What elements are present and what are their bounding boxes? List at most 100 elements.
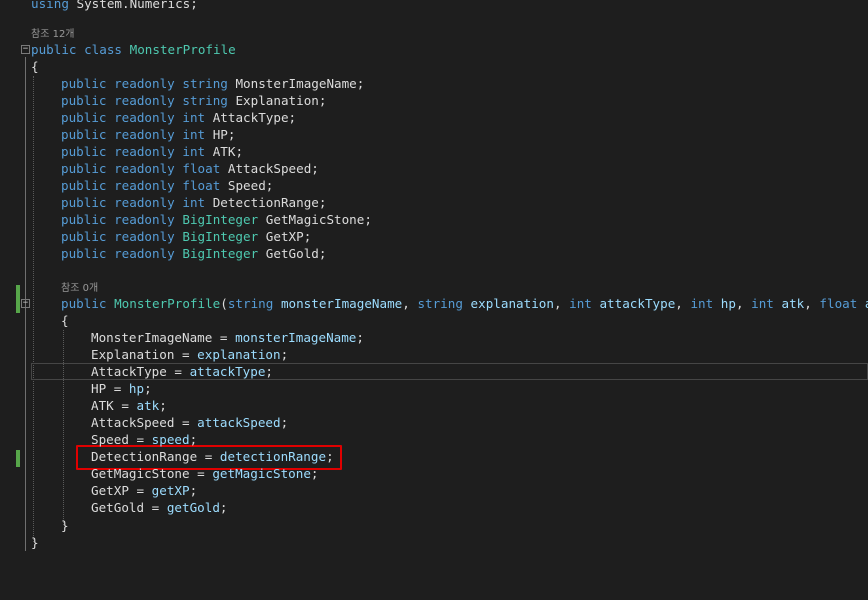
code-editor[interactable]: − − using System.Numerics; 참조 12개 public… (0, 0, 868, 600)
assignment-line[interactable]: AttackType = attackType; (0, 363, 868, 380)
assignment-line[interactable]: GetMagicStone = getMagicStone; (0, 465, 868, 482)
field-name: ATK (212, 144, 236, 159)
constructor-name: MonsterProfile (114, 296, 221, 311)
keyword: readonly (114, 127, 175, 142)
assignment-value: atk (136, 398, 160, 413)
assignment-target: MonsterImageName (91, 330, 213, 345)
parameter-name: monsterImageName (280, 296, 403, 311)
field-declaration-line[interactable]: public readonly int ATK; (0, 143, 868, 160)
keyword: public (61, 144, 107, 159)
assignment-line[interactable]: MonsterImageName = monsterImageName; (0, 329, 868, 346)
open-brace: { (61, 313, 69, 328)
reference-count-lens[interactable]: 참조 0개 (61, 282, 98, 296)
field-declaration-line[interactable]: public readonly float AttackSpeed; (0, 160, 868, 177)
assignment-target: ATK (91, 398, 114, 413)
assignment-value: attackType (189, 364, 266, 379)
field-name: GetMagicStone (265, 212, 365, 227)
keyword: readonly (114, 212, 175, 227)
field-name: AttackSpeed (227, 161, 312, 176)
field-name: MonsterImageName (235, 76, 357, 91)
assignment-value: explanation (197, 347, 281, 362)
keyword: readonly (114, 246, 175, 261)
field-type: int (182, 195, 206, 210)
constructor-declaration-line[interactable]: public MonsterProfile(string monsterImag… (0, 295, 868, 312)
assignment-target: DetectionRange (91, 449, 198, 464)
field-type: BigInteger (182, 212, 259, 227)
parameter-name: attackType (599, 296, 676, 311)
keyword: readonly (114, 110, 175, 125)
keyword: public (61, 93, 107, 108)
field-type: BigInteger (182, 229, 259, 244)
assignment-value: getXP (151, 483, 190, 498)
assignment-line[interactable]: Explanation = explanation; (0, 346, 868, 363)
keyword: readonly (114, 195, 175, 210)
field-name: GetXP (265, 229, 304, 244)
keyword: readonly (114, 93, 175, 108)
assignment-line[interactable]: ATK = atk; (0, 397, 868, 414)
assignment-line[interactable]: HP = hp; (0, 380, 868, 397)
parameter-type: string (417, 296, 463, 311)
field-name: DetectionRange (212, 195, 319, 210)
keyword: readonly (114, 76, 175, 91)
field-type: int (182, 110, 206, 125)
assignment-target: AttackType (91, 364, 167, 379)
reference-count-lens[interactable]: 참조 12개 (31, 28, 75, 42)
keyword: public (61, 246, 107, 261)
assignment-value: attackSpeed (197, 415, 281, 430)
field-declaration-line[interactable]: public readonly BigInteger GetGold; (0, 245, 868, 262)
namespace: System.Numerics; (76, 0, 198, 11)
assignment-line[interactable]: DetectionRange = detectionRange; (0, 448, 868, 465)
keyword: readonly (114, 144, 175, 159)
field-declaration-line[interactable]: public readonly BigInteger GetXP; (0, 228, 868, 245)
keyword: public (31, 42, 77, 57)
assignment-value: monsterImageName (235, 330, 357, 345)
assignment-target: GetXP (91, 483, 129, 498)
field-name: GetGold (265, 246, 319, 261)
assignment-target: HP (91, 381, 107, 396)
field-declaration-line[interactable]: public readonly float Speed; (0, 177, 868, 194)
class-name: MonsterProfile (129, 42, 236, 57)
field-declaration-line[interactable]: public readonly string Explanation; (0, 92, 868, 109)
parameter-type: int (569, 296, 592, 311)
code-line[interactable]: { (0, 312, 868, 329)
keyword: public (61, 296, 107, 311)
parameter-type: int (690, 296, 714, 311)
field-name: HP (212, 127, 228, 142)
assignment-line[interactable]: GetXP = getXP; (0, 482, 868, 499)
class-declaration-line[interactable]: public class MonsterProfile (0, 41, 868, 58)
assignment-value: getMagicStone (212, 466, 311, 481)
field-name: Speed (227, 178, 266, 193)
field-name: Explanation (235, 93, 319, 108)
parameter-type: int (751, 296, 774, 311)
assignment-line[interactable]: GetGold = getGold; (0, 499, 868, 516)
parameter-type: string (227, 296, 274, 311)
field-name: AttackType (212, 110, 289, 125)
code-line[interactable]: using System.Numerics; (0, 0, 868, 12)
field-declaration-line[interactable]: public readonly int DetectionRange; (0, 194, 868, 211)
code-line[interactable]: } (0, 517, 868, 534)
assignment-target: GetGold (91, 500, 145, 515)
code-line[interactable]: } (0, 534, 868, 551)
field-declaration-line[interactable]: public readonly int AttackType; (0, 109, 868, 126)
field-type: BigInteger (182, 246, 259, 261)
field-declaration-line[interactable]: public readonly BigInteger GetMagicStone… (0, 211, 868, 228)
code-line[interactable]: { (0, 58, 868, 75)
close-brace: } (61, 518, 69, 533)
field-type: int (182, 144, 206, 159)
keyword: class (84, 42, 123, 57)
keyword: public (61, 229, 107, 244)
field-declaration-line[interactable]: public readonly string MonsterImageName; (0, 75, 868, 92)
keyword: public (61, 195, 107, 210)
close-brace: } (31, 535, 39, 550)
field-declaration-line[interactable]: public readonly int HP; (0, 126, 868, 143)
assignment-value: hp (128, 381, 145, 396)
assignment-value: getGold (166, 500, 220, 515)
keyword: readonly (114, 178, 175, 193)
parameter-type: float (819, 296, 858, 311)
parameter-name: atk (781, 296, 805, 311)
keyword: readonly (114, 161, 175, 176)
assignment-line[interactable]: AttackSpeed = attackSpeed; (0, 414, 868, 431)
keyword: using (31, 0, 77, 11)
keyword: public (61, 212, 107, 227)
assignment-line[interactable]: Speed = speed; (0, 431, 868, 448)
